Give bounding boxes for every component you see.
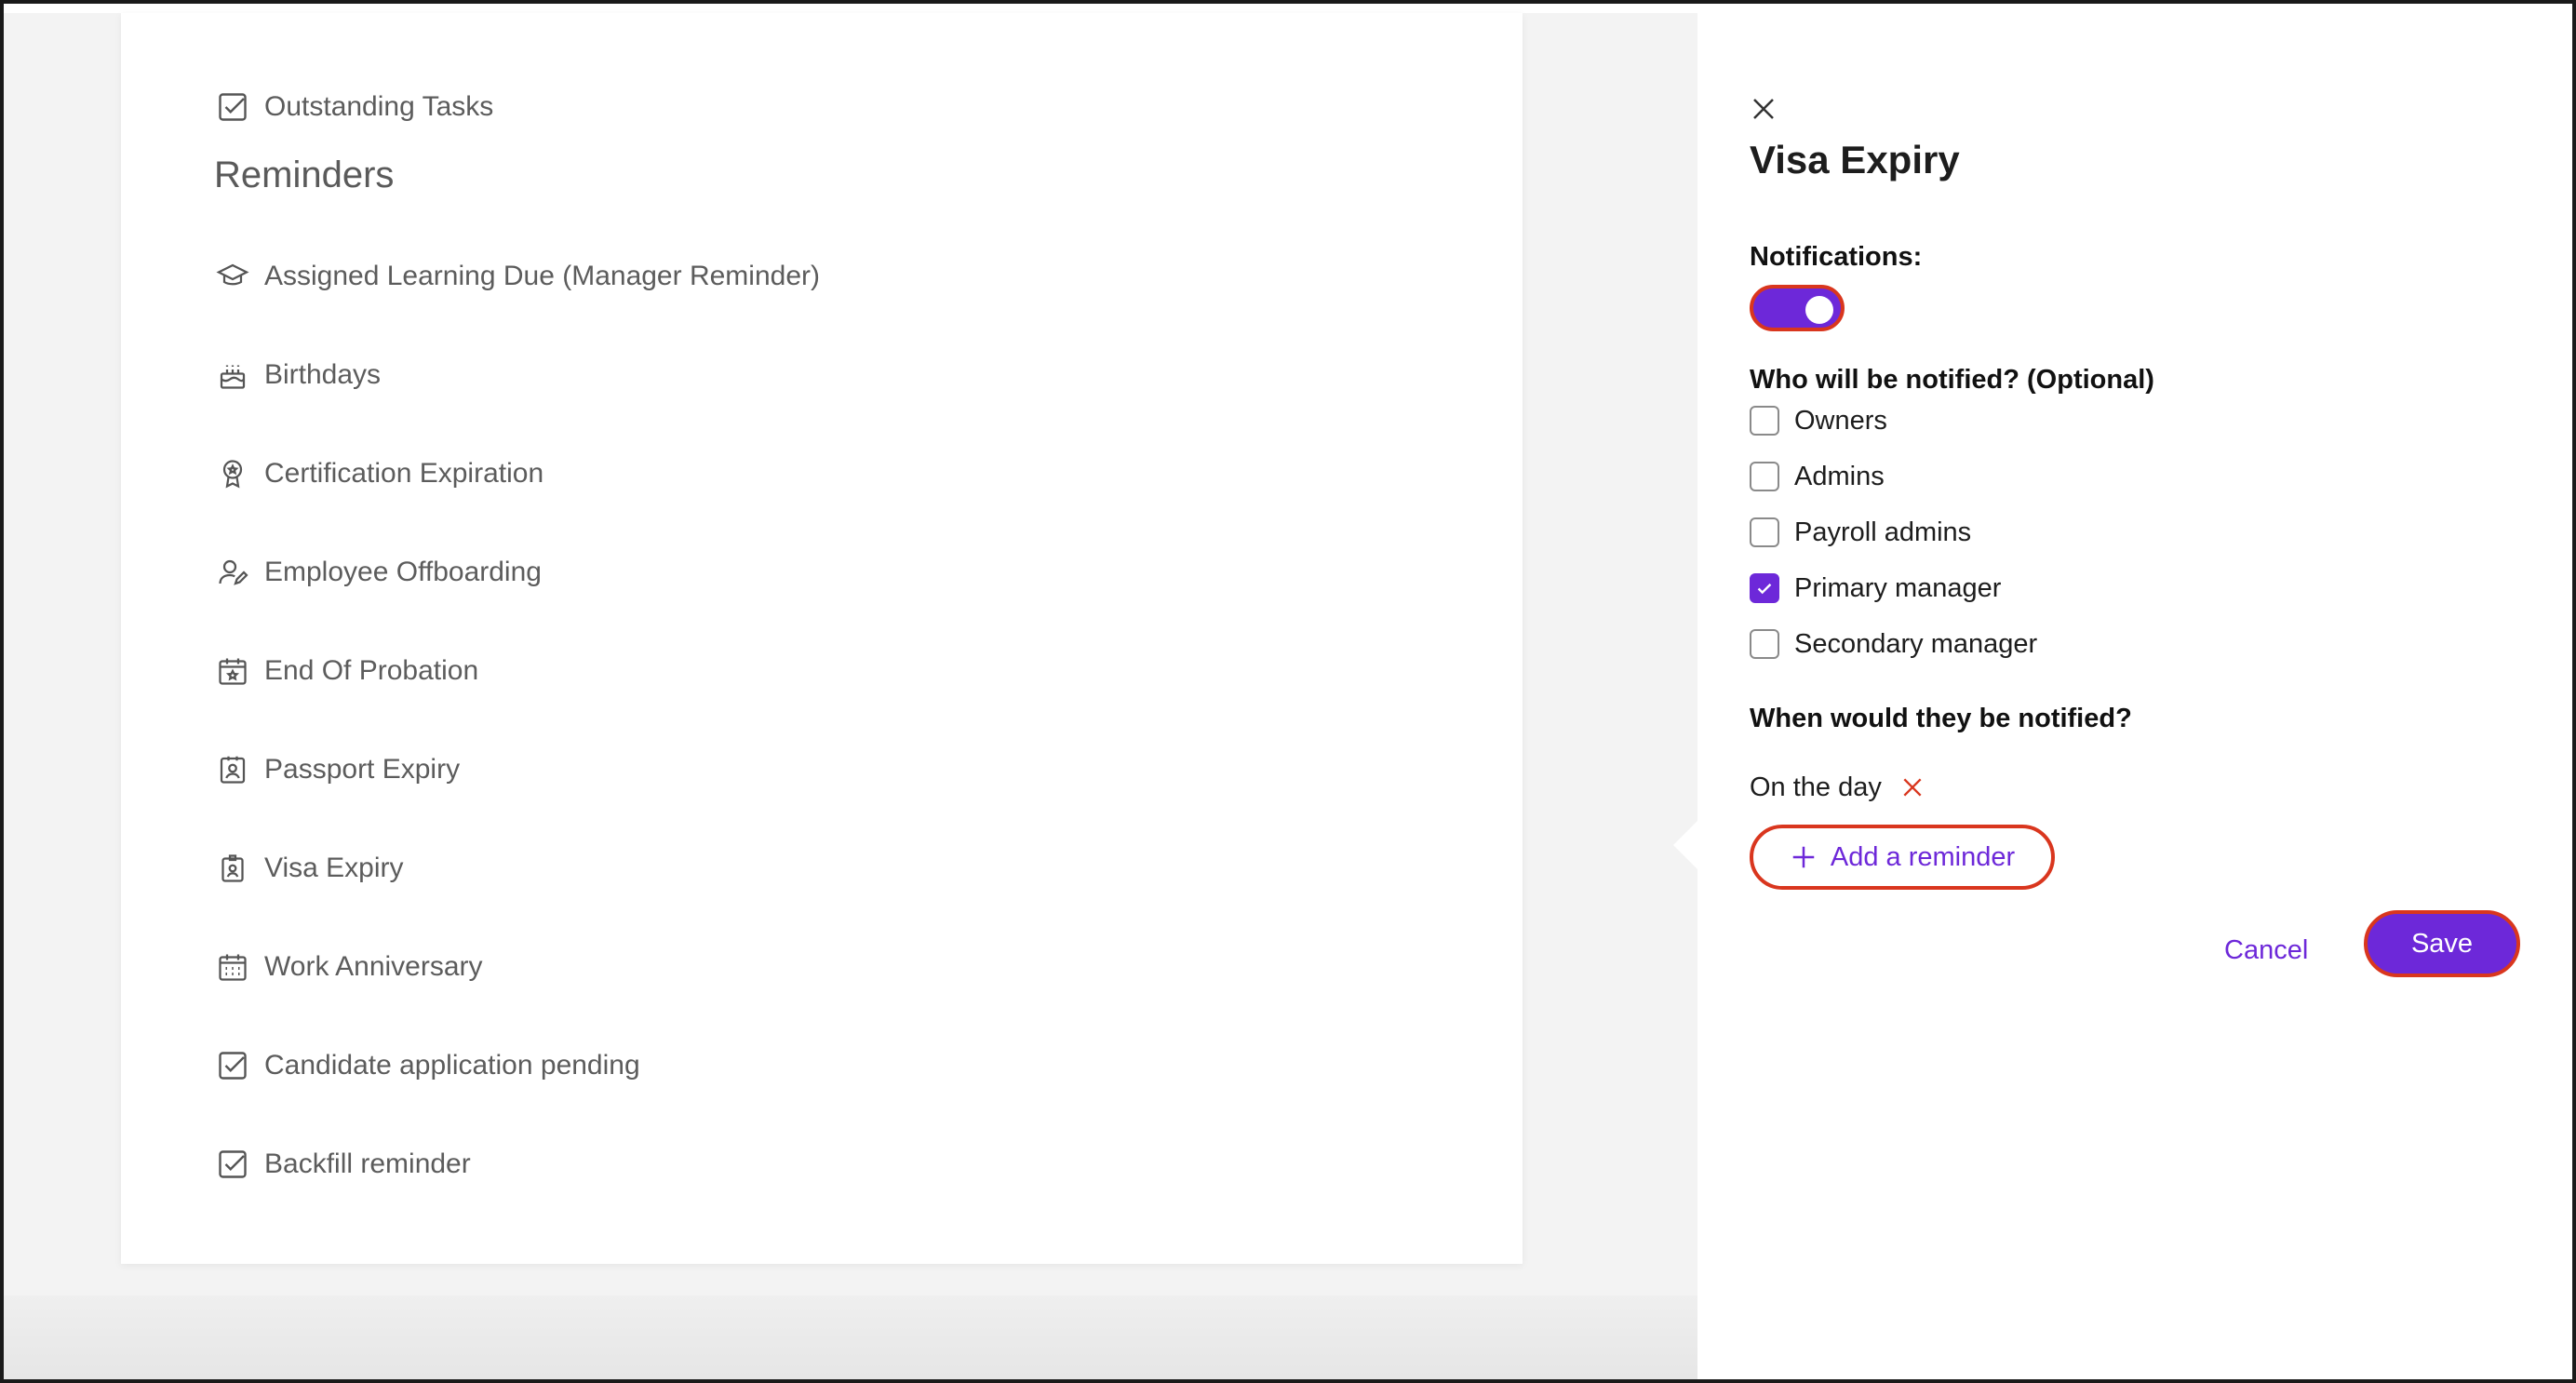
reminder-item-label: End Of Probation [264,655,479,686]
reminder-item-assigned-learning[interactable]: Assigned Learning Due (Manager Reminder) [214,253,820,300]
reminders-heading: Reminders [214,154,395,195]
recipient-payroll-admins[interactable]: Payroll admins [1750,514,1971,551]
recipient-primary-manager[interactable]: Primary manager [1750,570,2001,607]
reminder-item-backfill[interactable]: Backfill reminder [214,1141,471,1188]
reminder-item-label: Employee Offboarding [264,557,542,587]
checkbox-icon [214,1047,251,1084]
checkbox[interactable] [1750,517,1779,547]
reminder-item-end-of-probation[interactable]: End Of Probation [214,648,478,694]
reminder-item-offboarding[interactable]: Employee Offboarding [214,549,542,596]
user-edit-icon [214,554,251,591]
notifications-toggle[interactable] [1750,285,1845,331]
calendar-star-icon [214,652,251,690]
recipient-label: Admins [1794,461,1885,491]
recipient-label: Payroll admins [1794,517,1972,547]
reminder-item-work-anniversary[interactable]: Work Anniversary [214,944,483,990]
checkmark-icon [1757,584,1772,595]
recipient-owners[interactable]: Owners [1750,402,1887,439]
reminder-item-label: Visa Expiry [264,853,404,883]
when-notified-label: When would they be notified? [1750,704,2132,733]
reminder-item-label: Backfill reminder [264,1148,471,1179]
reminders-card: Outstanding Tasks Reminders Assigned Lea… [121,13,1523,1264]
recipient-label: Primary manager [1794,572,2002,603]
who-notified-label: Who will be notified? (Optional) [1750,365,2154,395]
app-frame: Outstanding Tasks Reminders Assigned Lea… [0,0,2576,1383]
id-card-icon [214,751,251,788]
reminder-item-label: Passport Expiry [264,754,461,785]
reminder-settings-panel: Visa Expiry Notifications: Who will be n… [1697,13,2572,1379]
cancel-button[interactable]: Cancel [2224,927,2308,973]
plus-icon [1792,846,1815,868]
panel-pointer [1673,819,1699,871]
save-button[interactable]: Save [2364,910,2520,977]
outstanding-tasks-label: Outstanding Tasks [264,91,494,122]
badge-icon [214,850,251,887]
graduation-cap-icon [214,258,251,295]
reminder-item-label: Candidate application pending [264,1050,640,1081]
checkbox[interactable] [1750,462,1779,491]
cake-icon [214,356,251,394]
add-reminder-button[interactable]: Add a reminder [1750,825,2055,890]
reminder-entry-label: On the day [1750,772,1882,802]
reminder-entry: On the day [1750,767,1925,808]
recipient-label: Owners [1794,405,1887,436]
recipient-secondary-manager[interactable]: Secondary manager [1750,625,2037,663]
toggle-knob [1805,296,1833,324]
reminder-item-birthdays[interactable]: Birthdays [214,352,381,398]
add-reminder-label: Add a reminder [1830,841,2016,872]
reminder-item-certification[interactable]: Certification Expiration [214,450,543,497]
reminder-item-label: Certification Expiration [264,458,544,489]
reminder-item-passport-expiry[interactable]: Passport Expiry [214,746,460,793]
reminder-item-label: Assigned Learning Due (Manager Reminder) [264,261,820,291]
close-icon[interactable] [1750,95,1778,123]
panel-title: Visa Expiry [1750,138,1960,181]
checkbox-icon [214,88,251,126]
checkbox[interactable] [1750,406,1779,436]
outstanding-tasks-item[interactable]: Outstanding Tasks [214,84,493,130]
notifications-label: Notifications: [1750,242,1923,272]
reminder-item-candidate-application[interactable]: Candidate application pending [214,1042,640,1089]
checkbox[interactable] [1750,629,1779,659]
checkbox-checked[interactable] [1750,573,1779,603]
award-icon [214,455,251,492]
reminder-item-visa-expiry[interactable]: Visa Expiry [214,845,404,892]
top-strip [4,4,2572,13]
remove-reminder-icon[interactable] [1900,775,1925,799]
calendar-grid-icon [214,948,251,986]
checkbox-icon [214,1146,251,1183]
recipient-label: Secondary manager [1794,628,2038,659]
reminder-item-label: Work Anniversary [264,951,483,982]
reminder-item-label: Birthdays [264,359,382,390]
bottom-shade [4,1296,1697,1379]
recipient-admins[interactable]: Admins [1750,458,1885,495]
